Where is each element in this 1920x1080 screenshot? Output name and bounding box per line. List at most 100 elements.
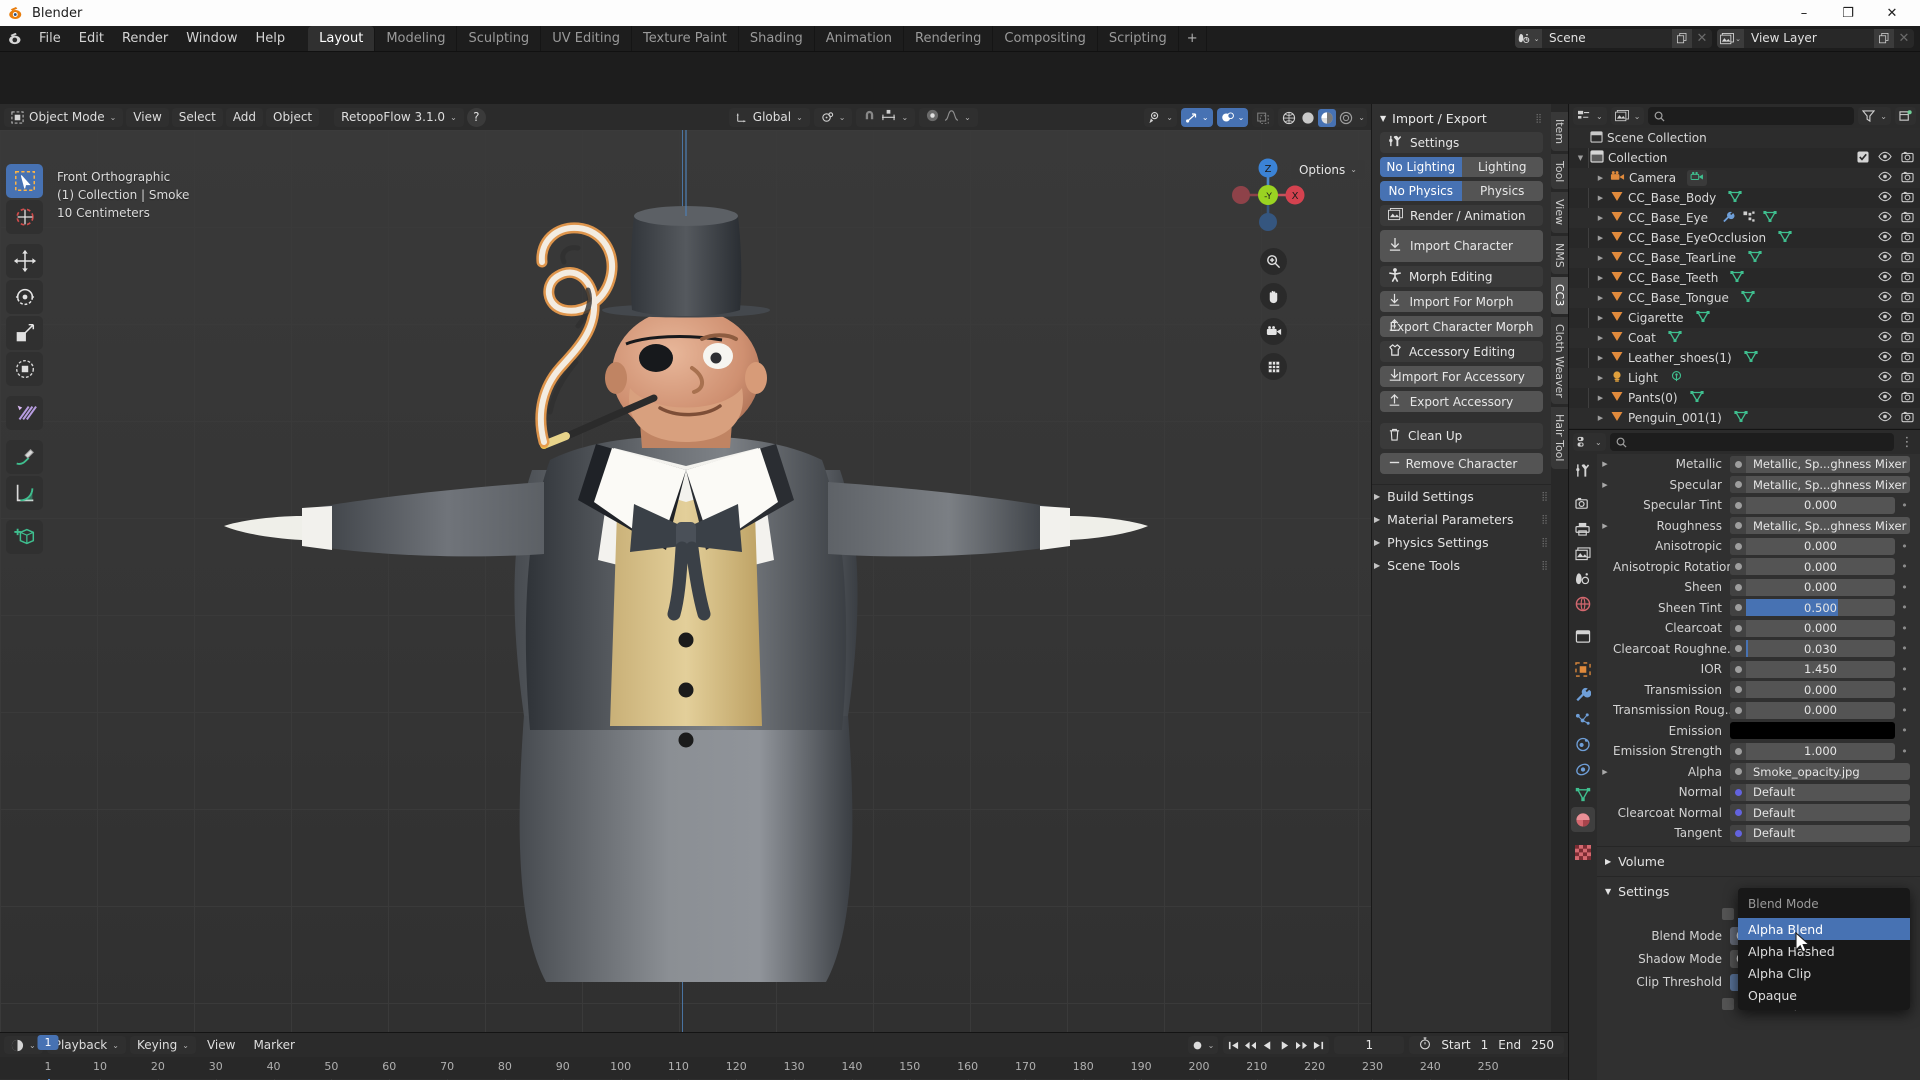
property-row-transmission-roughness[interactable]: Transmission Roug... 0.000 • xyxy=(1597,700,1920,721)
import-export-header[interactable]: ▼ Import / Export ⣿ xyxy=(1372,104,1551,132)
eye-icon[interactable] xyxy=(1878,391,1892,405)
pivot-point-selector[interactable]: ⌄ xyxy=(813,107,853,127)
import-character-button[interactable]: Import Character xyxy=(1380,230,1543,262)
tab-uv-editing[interactable]: UV Editing xyxy=(541,26,633,51)
animate-property-icon[interactable]: • xyxy=(1899,683,1910,696)
eye-icon[interactable] xyxy=(1878,191,1892,205)
animate-property-icon[interactable]: • xyxy=(1899,724,1910,737)
camera-render-icon[interactable] xyxy=(1901,251,1914,266)
property-row-anisotropic-rotation[interactable]: Anisotropic Rotation 0.000 • xyxy=(1597,557,1920,578)
zoom-icon[interactable] xyxy=(1260,248,1287,275)
camera-render-icon[interactable] xyxy=(1901,351,1914,366)
blend-mode-popup[interactable]: Blend Mode Alpha Blend Alpha Hashed Alph… xyxy=(1738,888,1910,1010)
playback-menu[interactable]: Playback ⌄ xyxy=(46,1036,126,1054)
minimize-button[interactable]: – xyxy=(1782,0,1826,26)
add-workspace-button[interactable]: + xyxy=(1178,26,1207,51)
property-slider[interactable]: 0.000 xyxy=(1730,681,1895,699)
viewport-menu-add[interactable]: Add xyxy=(225,107,264,127)
snapping-group[interactable]: ⌄ xyxy=(856,107,916,127)
lighting-button[interactable]: Lighting xyxy=(1461,157,1543,177)
tool-measure[interactable] xyxy=(6,476,43,510)
property-row-clearcoat-roughness[interactable]: Clearcoat Roughne... 0.030 • xyxy=(1597,639,1920,660)
tab-texture-properties[interactable] xyxy=(1571,840,1595,865)
outliner-row-cc-base-body[interactable]: ▶ CC_Base_Body xyxy=(1569,188,1920,208)
tab-layout[interactable]: Layout xyxy=(308,26,376,51)
chevron-right-icon[interactable]: ▶ xyxy=(1595,294,1606,302)
new-view-layer-button[interactable] xyxy=(1874,29,1894,48)
menu-window[interactable]: Window xyxy=(177,26,246,52)
property-row-tangent[interactable]: Tangent Default xyxy=(1597,823,1920,844)
section-scene-tools[interactable]: ▶ Scene Tools ⣿ xyxy=(1372,554,1551,577)
scene-datablock[interactable]: ⌄ Scene ✕ xyxy=(1515,29,1712,48)
mesh-data-icon[interactable] xyxy=(1668,330,1682,346)
property-row-metallic[interactable]: ▶ Metallic Metallic, Sp...ghness Mixer xyxy=(1597,454,1920,475)
tab-modifier-properties[interactable] xyxy=(1571,682,1595,707)
proportional-edit-icon[interactable] xyxy=(926,109,939,125)
mesh-data-icon[interactable] xyxy=(1734,410,1748,426)
tab-view-layer-properties[interactable] xyxy=(1571,541,1595,566)
previous-keyframe-button[interactable] xyxy=(1243,1036,1258,1054)
visibility-selector[interactable]: ⌄ xyxy=(1144,108,1177,127)
new-scene-button[interactable] xyxy=(1672,29,1692,48)
sidebar-tab-item[interactable]: Item xyxy=(1551,112,1568,152)
mesh-data-icon[interactable] xyxy=(1730,270,1744,286)
chevron-right-icon[interactable]: ▶ xyxy=(1597,768,1613,776)
chevron-right-icon[interactable]: ▶ xyxy=(1597,460,1613,468)
outliner-row-pants[interactable]: ▶ Pants(0) xyxy=(1569,388,1920,408)
tool-transform[interactable] xyxy=(6,352,43,386)
property-slider[interactable]: 0.030 xyxy=(1730,640,1895,658)
outliner-filter-button[interactable]: ⌄ xyxy=(1858,107,1891,125)
property-value-field[interactable]: Default xyxy=(1730,804,1910,822)
tab-rendering[interactable]: Rendering xyxy=(904,26,994,51)
import-for-morph-button[interactable]: Import For Morph xyxy=(1380,291,1543,312)
render-animation-button[interactable]: Render / Animation xyxy=(1380,205,1543,226)
character-model[interactable] xyxy=(126,130,1246,1030)
tab-collection-properties[interactable] xyxy=(1571,624,1595,649)
export-character-morph-button[interactable]: Export Character Morph xyxy=(1380,316,1543,337)
camera-render-icon[interactable] xyxy=(1901,391,1914,406)
property-row-clearcoat-normal[interactable]: Clearcoat Normal Default xyxy=(1597,803,1920,824)
jump-to-end-button[interactable] xyxy=(1311,1036,1326,1054)
unlink-scene-button[interactable]: ✕ xyxy=(1692,29,1712,48)
eye-icon[interactable] xyxy=(1878,411,1892,425)
outliner-row-light[interactable]: ▶ Light xyxy=(1569,368,1920,388)
outliner-row-camera[interactable]: ▶ Camera xyxy=(1569,168,1920,188)
particles-icon[interactable] xyxy=(1743,210,1755,226)
emission-color-field[interactable] xyxy=(1730,722,1895,740)
property-row-alpha[interactable]: ▶ Alpha Smoke_opacity.jpg xyxy=(1597,762,1920,783)
drag-dots-icon[interactable]: ⣿ xyxy=(1541,515,1549,525)
tab-texture-paint[interactable]: Texture Paint xyxy=(632,26,739,51)
tab-output-properties[interactable] xyxy=(1571,516,1595,541)
sidebar-tab-cloth-weaver[interactable]: Cloth Weaver xyxy=(1551,316,1568,405)
animate-property-icon[interactable]: • xyxy=(1899,642,1910,655)
tool-cursor[interactable] xyxy=(6,200,43,234)
tab-sculpting[interactable]: Sculpting xyxy=(457,26,542,51)
property-row-specular[interactable]: ▶ Specular Metallic, Sp...ghness Mixer xyxy=(1597,475,1920,496)
tab-tool-properties[interactable] xyxy=(1571,458,1595,483)
camera-render-icon[interactable] xyxy=(1901,231,1914,246)
property-row-emission-strength[interactable]: Emission Strength 1.000 • xyxy=(1597,741,1920,762)
tab-physics-properties[interactable] xyxy=(1571,732,1595,757)
view-layer-icon[interactable]: ⌄ xyxy=(1717,29,1744,48)
chevron-right-icon[interactable]: ▶ xyxy=(1595,394,1606,402)
close-button[interactable]: ✕ xyxy=(1870,0,1914,26)
accessory-editing-button[interactable]: Accessory Editing xyxy=(1380,341,1543,362)
menu-help[interactable]: Help xyxy=(247,26,295,52)
property-value-field[interactable]: Metallic, Sp...ghness Mixer xyxy=(1730,455,1910,473)
outliner-row-cc-base-tearline[interactable]: ▶ CC_Base_TearLine xyxy=(1569,248,1920,268)
camera-render-icon[interactable] xyxy=(1901,271,1914,286)
menu-edit[interactable]: Edit xyxy=(70,26,113,52)
outliner-row-leather-shoes[interactable]: ▶ Leather_shoes(1) xyxy=(1569,348,1920,368)
eye-icon[interactable] xyxy=(1878,251,1892,265)
properties-search-input[interactable] xyxy=(1609,433,1894,451)
sidebar-tab-nms[interactable]: NMS xyxy=(1551,235,1568,275)
color-swatch[interactable] xyxy=(1730,722,1895,740)
shading-rendered-button[interactable] xyxy=(1337,109,1355,127)
animate-property-icon[interactable]: • xyxy=(1899,663,1910,676)
mesh-data-icon[interactable] xyxy=(1748,250,1762,266)
mesh-data-icon[interactable] xyxy=(1728,190,1742,206)
export-accessory-button[interactable]: Export Accessory xyxy=(1380,391,1543,412)
chevron-right-icon[interactable]: ▶ xyxy=(1595,194,1606,202)
proportional-edit-group[interactable]: ⌄ xyxy=(919,107,978,127)
outliner-row-cc-base-eyeocclusion[interactable]: ▶ CC_Base_EyeOcclusion xyxy=(1569,228,1920,248)
